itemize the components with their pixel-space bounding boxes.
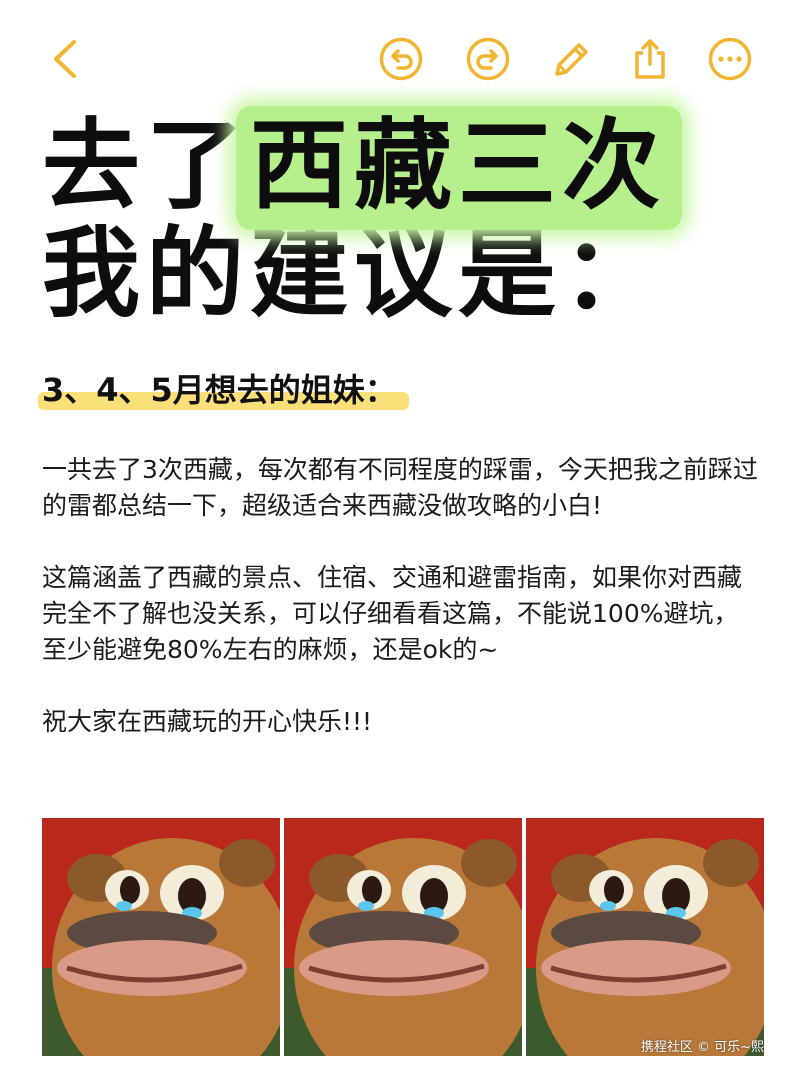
top-toolbar [0,0,800,116]
title-line-1: 去了西藏三次 [42,106,782,230]
share-button[interactable] [627,36,673,82]
image-row [42,818,764,1056]
more-icon [708,37,752,81]
title-line-2: 我的建议是： [42,217,667,331]
crying-bear-image[interactable] [526,818,764,1056]
edit-button[interactable] [549,36,595,82]
note-title: 去了西藏三次 我的建议是： [42,106,782,331]
paragraph-intro: 一共去了3次西藏，每次都有不同程度的踩雷，今天把我之前踩过的雷都总结一下，超级适… [42,455,758,520]
crying-bear-image[interactable] [42,818,280,1056]
section-heading-text: 3、4、5月想去的姐妹： [38,368,409,412]
watermark: 携程社区 © 可乐~熙 [640,1040,764,1055]
crying-bear-image[interactable] [284,818,522,1056]
more-button[interactable] [707,36,753,82]
title-prefix: 去了 [42,109,251,223]
pencil-icon [555,43,588,76]
undo-button[interactable] [378,36,424,82]
redo-icon [466,37,510,81]
note-body[interactable]: 一共去了3次西藏，每次都有不同程度的踩雷，今天把我之前踩过的雷都总结一下，超级适… [42,452,762,776]
back-button[interactable] [42,36,88,82]
undo-icon [379,37,423,81]
paragraph-wishes: 祝大家在西藏玩的开心快乐!!! [42,707,373,736]
redo-button[interactable] [465,36,511,82]
chevron-left-icon [54,40,76,78]
section-heading: 3、4、5月想去的姐妹： [38,368,409,412]
share-icon [635,39,665,79]
title-highlight: 西藏三次 [236,106,683,230]
paragraph-coverage: 这篇涵盖了西藏的景点、住宿、交通和避雷指南，如果你对西藏完全不了解也没关系，可以… [42,563,743,664]
